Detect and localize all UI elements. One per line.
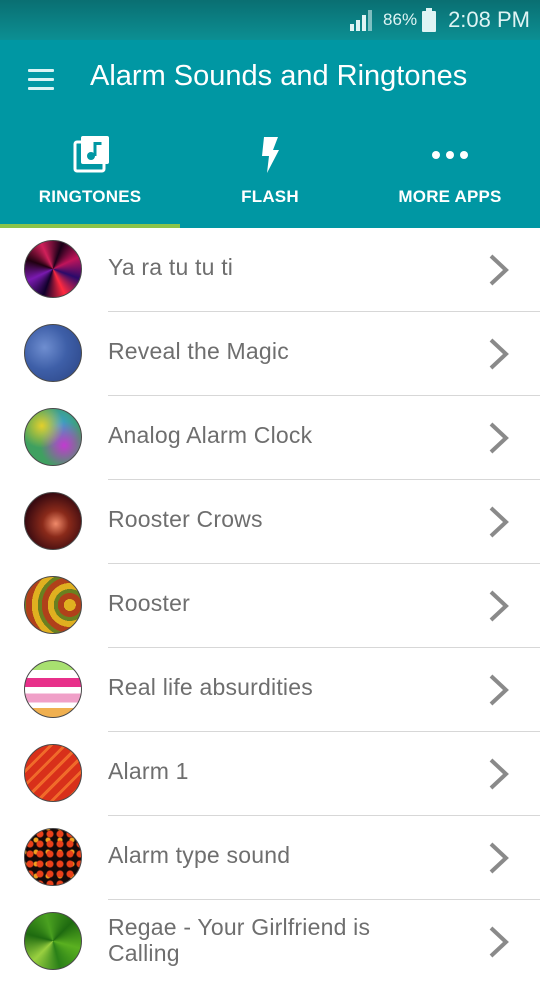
status-indicators: 86% 2:08 PM bbox=[349, 6, 530, 34]
ringtone-thumbnail bbox=[24, 576, 82, 634]
ringtone-title: Reveal the Magic bbox=[108, 338, 289, 364]
list-item[interactable]: Alarm type sound bbox=[0, 816, 540, 900]
ringtone-title: Real life absurdities bbox=[108, 674, 313, 700]
tab-label: RINGTONES bbox=[38, 187, 142, 206]
chevron-right-icon bbox=[489, 506, 509, 538]
tab-flash[interactable]: FLASH bbox=[180, 134, 360, 228]
status-clock: 2:08 PM bbox=[448, 7, 530, 32]
chevron-right-icon bbox=[489, 674, 509, 706]
chevron-right-icon bbox=[489, 842, 509, 874]
list-item[interactable]: Regae - Your Girlfriend is Calling bbox=[0, 900, 540, 984]
chevron-right-icon bbox=[489, 254, 509, 286]
battery-percent: 86% bbox=[383, 10, 418, 29]
ringtone-title: Rooster bbox=[108, 590, 190, 616]
list-item[interactable]: Alarm 1 bbox=[0, 732, 540, 816]
page-title: Alarm Sounds and Ringtones bbox=[90, 60, 468, 92]
tab-more-apps[interactable]: MORE APPS bbox=[360, 134, 540, 228]
tab-label: MORE APPS bbox=[398, 187, 502, 206]
chevron-right-icon bbox=[489, 590, 509, 622]
list-item[interactable]: Rooster Crows bbox=[0, 480, 540, 564]
list-item[interactable]: Ya ra tu tu ti bbox=[0, 228, 540, 312]
list-item[interactable]: Analog Alarm Clock bbox=[0, 396, 540, 480]
ringtone-title: Ya ra tu tu ti bbox=[108, 254, 234, 280]
battery-icon bbox=[422, 8, 437, 32]
ringtone-title: Analog Alarm Clock bbox=[108, 422, 313, 448]
list-item[interactable]: Reveal the Magic bbox=[0, 312, 540, 396]
tab-ringtones[interactable]: RINGTONES bbox=[0, 134, 180, 228]
tab-label: FLASH bbox=[241, 187, 299, 206]
ringtone-title: Regae - Your Girlfriend is Calling bbox=[108, 914, 371, 966]
signal-icon bbox=[350, 10, 373, 31]
ringtone-thumbnail bbox=[24, 912, 82, 970]
ringtone-thumbnail bbox=[24, 828, 82, 886]
list-item[interactable]: Rooster bbox=[0, 564, 540, 648]
ringtone-list: Ya ra tu tu ti Reveal the Magic Analog A… bbox=[0, 228, 540, 984]
ringtone-title: Alarm type sound bbox=[108, 842, 291, 868]
ringtone-thumbnail bbox=[24, 324, 82, 382]
more-dots-icon bbox=[432, 151, 468, 159]
ringtone-title: Alarm 1 bbox=[108, 758, 189, 784]
ringtone-thumbnail bbox=[24, 240, 82, 298]
chevron-right-icon bbox=[489, 926, 509, 958]
list-item[interactable]: Real life absurdities bbox=[0, 648, 540, 732]
ringtone-title: Rooster Crows bbox=[108, 506, 263, 532]
ringtone-thumbnail bbox=[24, 408, 82, 466]
app-bar: Alarm Sounds and Ringtones RINGTONES FLA… bbox=[0, 40, 540, 228]
chevron-right-icon bbox=[489, 338, 509, 370]
chevron-right-icon bbox=[489, 758, 509, 790]
flash-icon bbox=[262, 137, 279, 173]
ringtone-thumbnail bbox=[24, 492, 82, 550]
chevron-right-icon bbox=[489, 422, 509, 454]
ringtone-thumbnail bbox=[24, 660, 82, 718]
music-library-icon bbox=[73, 136, 109, 173]
hamburger-menu-icon[interactable] bbox=[24, 67, 58, 93]
status-bar: 86% 2:08 PM bbox=[0, 0, 540, 40]
ringtone-thumbnail bbox=[24, 744, 82, 802]
